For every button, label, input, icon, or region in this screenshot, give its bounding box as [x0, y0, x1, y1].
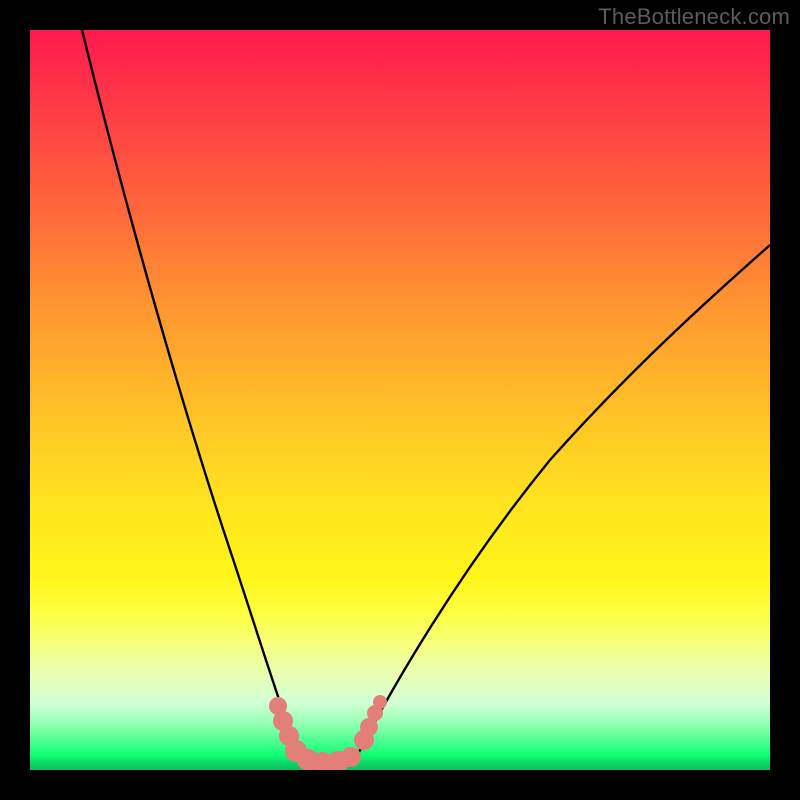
- plot-area: [30, 30, 770, 770]
- marker-group: [269, 695, 387, 770]
- marker-dot: [373, 695, 387, 709]
- curve-right-branch: [355, 245, 770, 760]
- outer-frame: TheBottleneck.com: [0, 0, 800, 800]
- watermark-text: TheBottleneck.com: [598, 4, 790, 30]
- marker-dot: [341, 747, 361, 767]
- chart-svg: [30, 30, 770, 770]
- curve-left-branch: [82, 30, 300, 760]
